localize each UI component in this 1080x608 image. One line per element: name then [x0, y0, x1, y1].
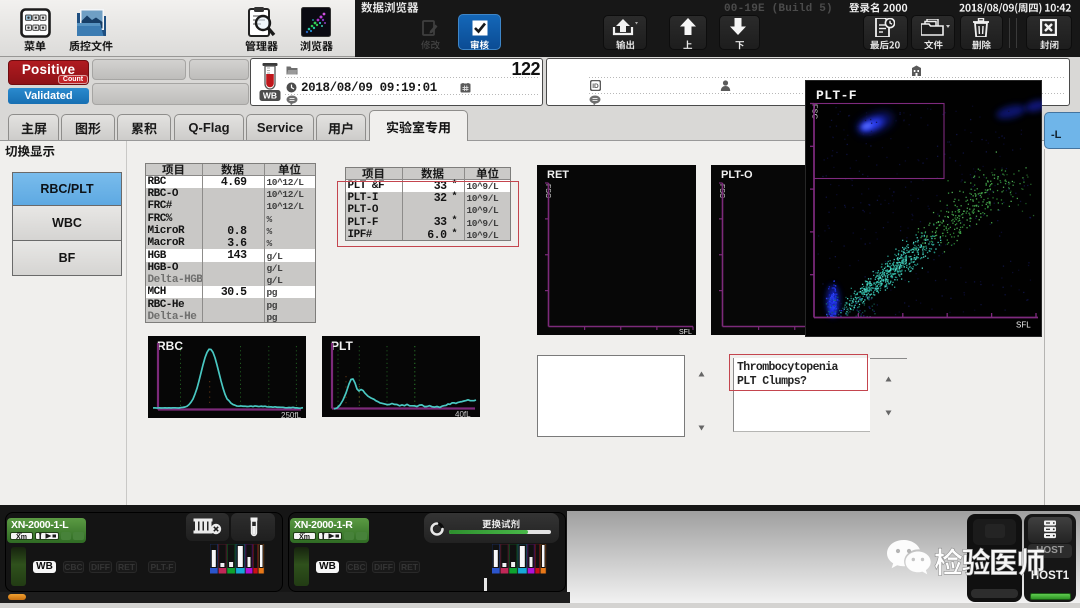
svg-text:FSC: FSC: [544, 184, 551, 198]
svg-text:SFL: SFL: [1016, 321, 1031, 330]
svg-text:Xm: Xm: [16, 534, 27, 540]
svg-text:PLT-O: PLT-O: [721, 169, 753, 181]
svg-text:40fL: 40fL: [455, 410, 471, 417]
svg-text:WB: WB: [263, 91, 277, 101]
svg-text:Xm: Xm: [299, 534, 310, 540]
svg-text:FSC: FSC: [718, 184, 725, 198]
svg-text:PLT-F: PLT-F: [816, 88, 857, 103]
svg-text:RBC: RBC: [157, 339, 183, 353]
svg-text:PLT: PLT: [331, 339, 353, 353]
svg-text:250fL: 250fL: [281, 411, 302, 418]
svg-text:RET: RET: [547, 169, 569, 181]
svg-text:ID: ID: [592, 83, 599, 90]
svg-text:SFL: SFL: [679, 329, 692, 335]
svg-text:FSC: FSC: [811, 104, 820, 120]
